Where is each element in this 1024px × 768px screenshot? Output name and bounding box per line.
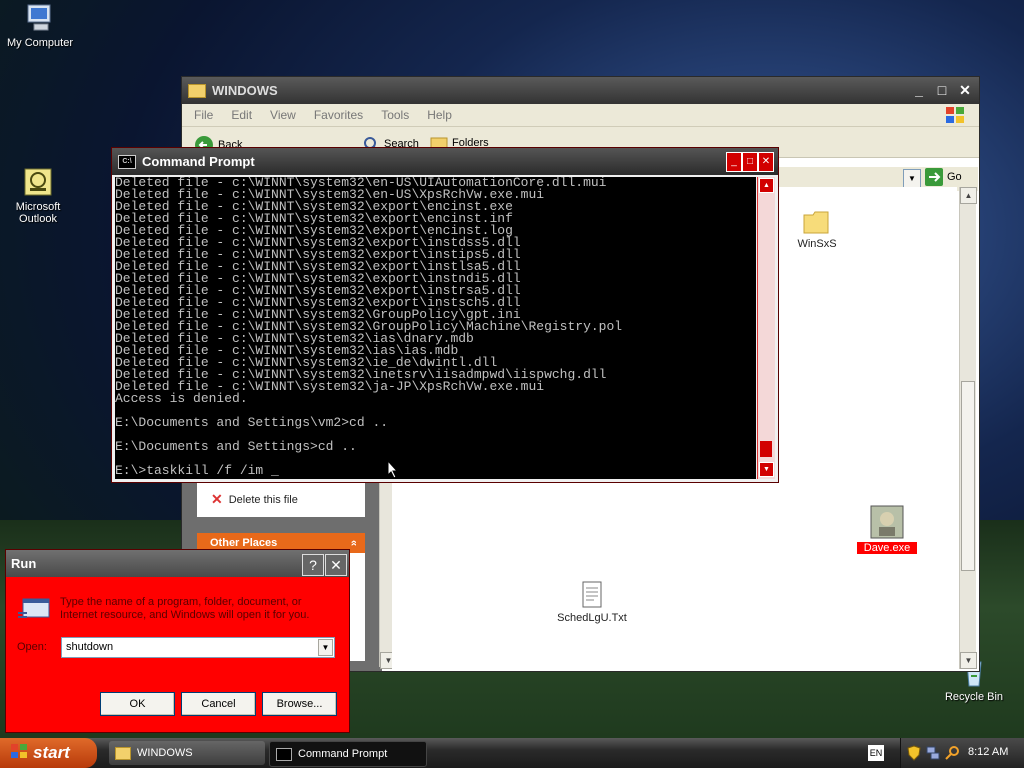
computer-icon — [24, 2, 56, 34]
go-arrow-icon — [925, 168, 943, 186]
clock[interactable]: 8:12 AM — [968, 746, 1008, 758]
desktop-icon-outlook[interactable]: Microsoft Outlook — [0, 166, 78, 225]
desktop-icon-label: Recycle Bin — [944, 691, 1004, 703]
mouse-cursor-icon — [387, 459, 399, 482]
collapse-chevron-icon[interactable]: » — [344, 540, 364, 546]
explorer-title: WINDOWS — [212, 83, 278, 98]
file-view-scrollbar[interactable]: ▲ ▼ — [959, 187, 977, 669]
help-button[interactable]: ? — [302, 554, 324, 576]
network-icon[interactable] — [926, 745, 940, 764]
menu-favorites[interactable]: Favorites — [314, 108, 363, 122]
text-file-icon — [582, 581, 602, 608]
cmd-icon — [276, 747, 292, 761]
menu-help[interactable]: Help — [427, 108, 452, 122]
cmd-titlebar[interactable]: C:\ Command Prompt — [112, 148, 778, 175]
folder-icon — [115, 746, 131, 760]
scroll-up-arrow-icon[interactable]: ▲ — [960, 187, 977, 204]
run-title: Run — [11, 556, 37, 571]
run-program-icon — [17, 597, 51, 624]
cmd-title: Command Prompt — [142, 154, 255, 169]
cmd-maximize-button[interactable]: □ — [742, 152, 758, 172]
maximize-button[interactable]: □ — [932, 80, 952, 100]
browse-button[interactable]: Browse... — [262, 692, 337, 716]
minimize-button[interactable]: _ — [909, 80, 929, 100]
explorer-menubar: File Edit View Favorites Tools Help — [182, 104, 979, 127]
cmd-icon: C:\ — [118, 154, 136, 169]
close-button[interactable]: ✕ — [955, 80, 975, 100]
console-line: Access is denied. — [115, 391, 248, 406]
menu-tools[interactable]: Tools — [381, 108, 409, 122]
go-button[interactable]: Go — [925, 168, 962, 186]
cmd-console-output[interactable]: Deleted file - c:\WINNT\system32\en-US\U… — [115, 177, 756, 479]
address-dropdown-button[interactable]: ▼ — [903, 169, 921, 189]
outlook-icon — [22, 166, 54, 198]
open-combobox[interactable]: shutdown ▼ — [61, 637, 335, 658]
security-shield-icon[interactable] — [907, 745, 921, 764]
file-item-dave-exe[interactable]: Dave.exe — [857, 505, 917, 554]
explorer-titlebar[interactable]: WINDOWS — [182, 77, 979, 104]
menu-view[interactable]: View — [270, 108, 296, 122]
exe-file-icon — [870, 505, 904, 539]
desktop-icon-my-computer[interactable]: My Computer — [0, 2, 80, 49]
console-line: E:\Documents and Settings\vm2>cd .. — [115, 415, 389, 430]
file-item-winsxs[interactable]: WinSxS — [787, 209, 847, 250]
open-label: Open: — [17, 641, 47, 653]
search-icon[interactable] — [944, 745, 960, 764]
taskbar-item-command-prompt[interactable]: Command Prompt — [269, 741, 427, 767]
file-tasks-panel: ✕ Delete this file — [197, 477, 365, 517]
console-line: E:\Documents and Settings>cd .. — [115, 439, 357, 454]
cmd-scrollbar[interactable]: ▲ ▼ — [757, 177, 775, 479]
cmd-scroll-thumb[interactable] — [760, 441, 772, 457]
start-button[interactable]: start — [0, 738, 97, 768]
windows-logo-icon — [944, 105, 966, 125]
scroll-down-arrow-icon[interactable]: ▼ — [960, 652, 977, 669]
close-button[interactable]: ✕ — [325, 554, 347, 576]
folder-icon — [188, 83, 206, 98]
windows-flag-icon — [10, 743, 28, 764]
menu-edit[interactable]: Edit — [231, 108, 252, 122]
dropdown-arrow-icon[interactable]: ▼ — [318, 639, 333, 656]
file-item-schedlgu[interactable]: SchedLgU.Txt — [547, 581, 637, 624]
cmd-close-button[interactable]: ✕ — [758, 152, 774, 172]
scroll-thumb[interactable] — [961, 381, 975, 571]
desktop-icon-label: My Computer — [6, 37, 74, 49]
taskbar-item-windows[interactable]: WINDOWS — [109, 741, 265, 765]
menu-file[interactable]: File — [194, 108, 213, 122]
open-input[interactable]: shutdown — [66, 641, 113, 653]
run-titlebar[interactable]: Run — [6, 550, 349, 577]
scroll-down-arrow-icon[interactable]: ▼ — [759, 462, 774, 477]
system-tray: EN 8:12 AM — [868, 738, 1024, 768]
taskbar: start WINDOWS Command Prompt EN 8:12 AM — [0, 738, 1024, 768]
cmd-minimize-button[interactable]: _ — [726, 152, 742, 172]
folder-icon — [803, 211, 829, 234]
ok-button[interactable]: OK — [100, 692, 175, 716]
run-dialog[interactable]: Run ? ✕ Type the name of a program, fold… — [5, 549, 350, 733]
command-prompt-window[interactable]: C:\ Command Prompt _ □ ✕ Deleted file - … — [111, 147, 779, 483]
delete-icon: ✕ — [211, 491, 223, 507]
delete-file-task[interactable]: ✕ Delete this file — [211, 491, 298, 508]
desktop-icon-label: Microsoft Outlook — [15, 201, 61, 225]
run-description: Type the name of a program, folder, docu… — [60, 596, 310, 621]
scroll-up-arrow-icon[interactable]: ▲ — [759, 178, 774, 193]
console-line: E:\>taskkill /f /im _ — [115, 463, 279, 478]
cancel-button[interactable]: Cancel — [181, 692, 256, 716]
language-indicator[interactable]: EN — [868, 745, 884, 761]
